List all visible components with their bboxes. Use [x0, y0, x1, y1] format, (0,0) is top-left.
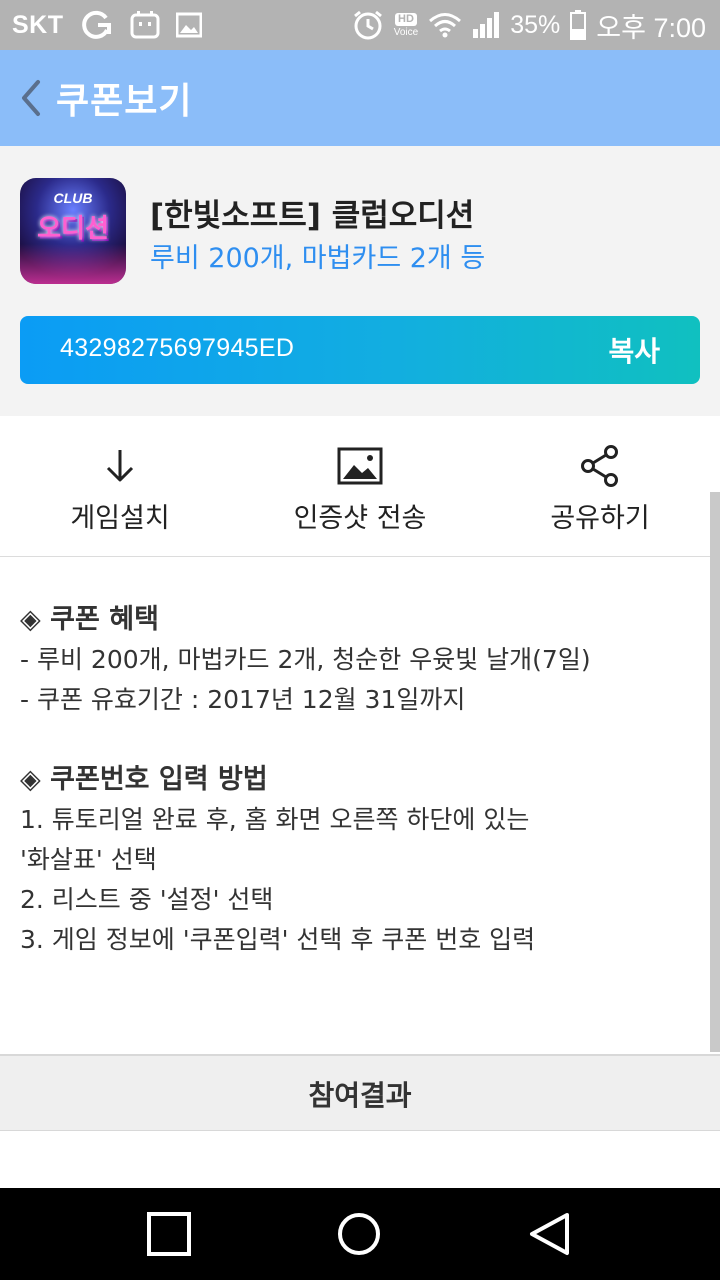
game-icon-glow	[20, 244, 126, 284]
benefit-line: - 루비 200개, 마법카드 2개, 청순한 우윳빛 날개(7일)	[20, 645, 591, 674]
battery-icon	[570, 10, 587, 40]
hd-voice-icon: HD Voice	[393, 12, 419, 38]
triangle-back-icon	[530, 1213, 569, 1255]
download-icon	[0, 444, 240, 488]
clock: 오후 7:00	[596, 12, 706, 43]
game-icon-club-text: CLUB	[53, 190, 93, 206]
back-nav-button[interactable]	[525, 1210, 573, 1258]
results-button[interactable]: 참여결과	[0, 1054, 720, 1131]
howto-step-1: 1. 튜토리얼 완료 후, 홈 화면 오른쪽 하단에 있는	[20, 805, 530, 834]
app-bar: 쿠폰보기	[0, 50, 720, 146]
coupon-details: ◈ 쿠폰 혜택 - 루비 200개, 마법카드 2개, 청순한 우윳빛 날개(7…	[20, 600, 700, 960]
reward-summary: 루비 200개, 마법카드 2개 등	[150, 243, 486, 274]
messenger-icon	[130, 10, 160, 40]
game-icon: CLUB 오디션	[20, 178, 126, 284]
gallery-icon	[175, 12, 202, 38]
coupon-card: CLUB 오디션 [한빛소프트] 클럽오디션 루비 200개, 마법카드 2개 …	[0, 146, 720, 416]
screenshot-send-button[interactable]: 인증샷 전송	[240, 444, 480, 535]
coupon-code-bar: 43298275697945ED 복사	[20, 316, 700, 384]
square-icon	[147, 1212, 191, 1256]
signal-icon	[472, 11, 500, 39]
wifi-icon	[428, 11, 462, 39]
howto-step-3: 3. 게임 정보에 '쿠폰입력' 선택 후 쿠폰 번호 입력	[20, 925, 536, 954]
navigation-bar	[0, 1188, 720, 1280]
copy-button[interactable]: 복사	[608, 330, 660, 370]
game-title: [한빛소프트] 클럽오디션	[150, 198, 475, 234]
share-icon	[480, 444, 720, 488]
game-icon-logo-text: 오디션	[37, 214, 109, 244]
image-icon	[240, 444, 480, 488]
results-label: 참여결과	[308, 1079, 412, 1112]
recents-button[interactable]	[145, 1210, 193, 1258]
benefit-heading: ◈ 쿠폰 혜택	[20, 604, 159, 635]
coupon-code: 43298275697945ED	[60, 334, 295, 362]
alarm-icon	[352, 9, 384, 41]
home-button[interactable]	[335, 1210, 383, 1258]
page-title: 쿠폰보기	[56, 81, 193, 122]
action-row: 게임설치 인증샷 전송 공유하기	[0, 416, 720, 557]
howto-step-2: 2. 리스트 중 '설정' 선택	[20, 885, 274, 914]
back-button[interactable]	[14, 76, 50, 120]
validity-line: - 쿠폰 유효기간 : 2017년 12월 31일까지	[20, 685, 466, 714]
carrier-label: SKT	[12, 10, 64, 39]
share-button[interactable]: 공유하기	[480, 444, 720, 535]
circle-icon	[338, 1213, 380, 1255]
share-label: 공유하기	[550, 503, 650, 534]
install-game-label: 게임설치	[70, 503, 170, 534]
howto-heading: ◈ 쿠폰번호 입력 방법	[20, 764, 268, 795]
status-bar: SKT HD Voice 35% 오후 7:00	[0, 0, 720, 50]
sync-icon	[80, 10, 114, 40]
howto-step-1-cont: '화살표' 선택	[20, 845, 157, 874]
scrollbar[interactable]	[710, 492, 720, 1052]
screenshot-send-label: 인증샷 전송	[293, 503, 427, 534]
install-game-button[interactable]: 게임설치	[0, 444, 240, 535]
chevron-left-icon	[22, 80, 40, 116]
battery-percent: 35%	[510, 10, 561, 39]
